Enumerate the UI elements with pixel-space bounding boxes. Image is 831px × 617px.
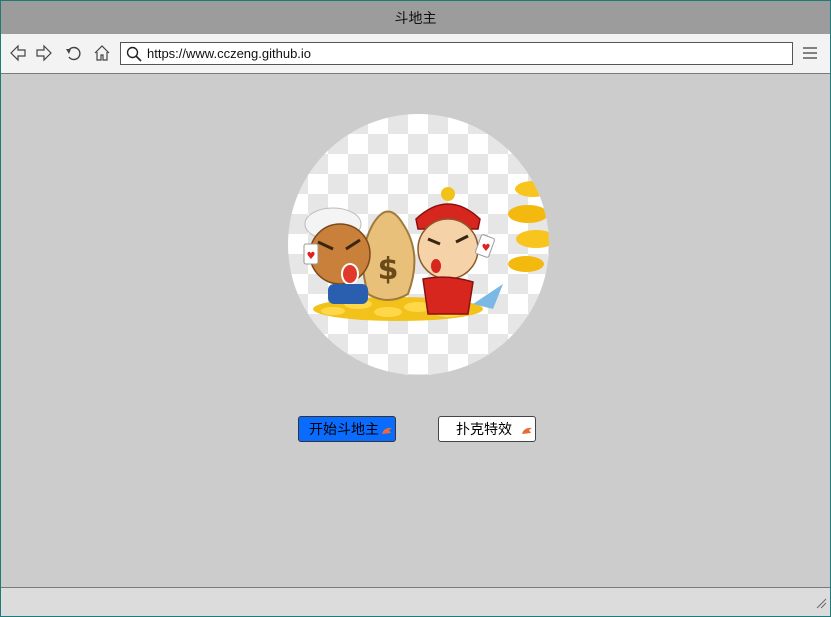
cursor-icon [521, 423, 533, 439]
window-title: 斗地主 [394, 10, 437, 27]
svg-text:$: $ [378, 252, 399, 287]
page-content: $ ♥ ♥ 开始斗地主 扑克特效 [1, 74, 830, 587]
back-arrow-icon[interactable] [8, 43, 28, 63]
money-bag-icon: $ [362, 210, 416, 301]
poker-effects-label: 扑克特效 [456, 422, 512, 438]
url-text[interactable]: https://www.cczeng.github.io [147, 46, 311, 61]
reload-icon[interactable] [64, 43, 84, 63]
start-game-button[interactable]: 开始斗地主 [298, 416, 396, 442]
search-icon [121, 43, 147, 64]
forward-arrow-icon[interactable] [34, 43, 54, 63]
hero-illustration: $ ♥ ♥ [288, 114, 549, 375]
poker-effects-button[interactable]: 扑克特效 [438, 416, 536, 442]
svg-text:♥: ♥ [307, 251, 316, 262]
cursor-icon [381, 423, 393, 439]
status-bar [1, 587, 830, 616]
start-game-label: 开始斗地主 [309, 422, 379, 438]
browser-window: 斗地主 https://www.cczeng.github.io $ ♥ ♥ 开… [0, 0, 831, 617]
farmer-character: ♥ [303, 207, 371, 304]
menu-icon[interactable] [800, 43, 820, 63]
browser-toolbar: https://www.cczeng.github.io [1, 34, 830, 74]
title-bar: 斗地主 [1, 1, 830, 34]
gold-ingots [508, 181, 549, 272]
landlord-character: ♥ [415, 187, 503, 315]
svg-text:♥: ♥ [482, 243, 491, 254]
resize-grip-icon[interactable] [815, 594, 827, 613]
home-icon[interactable] [92, 43, 112, 63]
address-bar[interactable]: https://www.cczeng.github.io [120, 42, 793, 65]
